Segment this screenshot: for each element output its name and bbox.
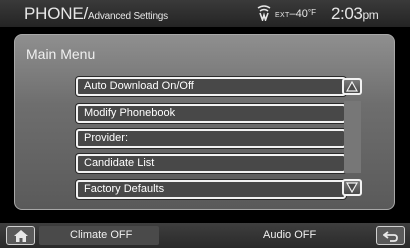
clock: 2:03pm	[331, 4, 379, 24]
menu-item-candidate-list[interactable]: Candidate List	[76, 154, 346, 173]
back-arrow-icon	[383, 231, 398, 242]
status-bar: PHONE/Advanced Settings EXT–40°F 2:03pm	[0, 0, 410, 27]
screen-title: PHONE/Advanced Settings	[24, 4, 168, 24]
triangle-up-icon	[346, 81, 358, 92]
clock-ampm: pm	[362, 8, 379, 22]
menu-item-modify-phonebook[interactable]: Modify Phonebook	[76, 104, 346, 123]
audio-button[interactable]: Audio OFF	[263, 229, 316, 241]
climate-button[interactable]: Climate OFF	[39, 226, 159, 245]
scroll-down-button[interactable]	[342, 179, 362, 196]
menu-item-auto-download[interactable]: Auto Download On/Off	[76, 77, 346, 96]
temperature-unit: °F	[307, 8, 316, 17]
ext-label: EXT	[275, 12, 290, 19]
wifi-signal-icon	[257, 5, 271, 21]
scroll-up-button[interactable]	[342, 78, 362, 95]
home-button[interactable]	[6, 226, 35, 245]
temperature-value: –40	[289, 8, 308, 20]
outside-temperature: EXT–40°F	[275, 8, 316, 20]
title-main: PHONE/	[24, 4, 88, 23]
panel-title: Main Menu	[26, 46, 96, 62]
home-icon	[14, 230, 28, 242]
main-menu-panel: Main Menu Auto Download On/Off Modify Ph…	[14, 34, 395, 210]
menu-item-factory-defaults[interactable]: Factory Defaults	[76, 180, 346, 199]
menu-item-provider[interactable]: Provider:	[76, 129, 346, 148]
back-button[interactable]	[376, 226, 405, 245]
title-sub: Advanced Settings	[87, 11, 168, 22]
clock-time: 2:03	[331, 4, 363, 23]
scroll-track[interactable]	[344, 101, 361, 173]
triangle-down-icon	[346, 182, 358, 193]
bottom-bar: Climate OFF Audio OFF	[0, 223, 410, 248]
climate-label: Climate OFF	[70, 229, 133, 241]
